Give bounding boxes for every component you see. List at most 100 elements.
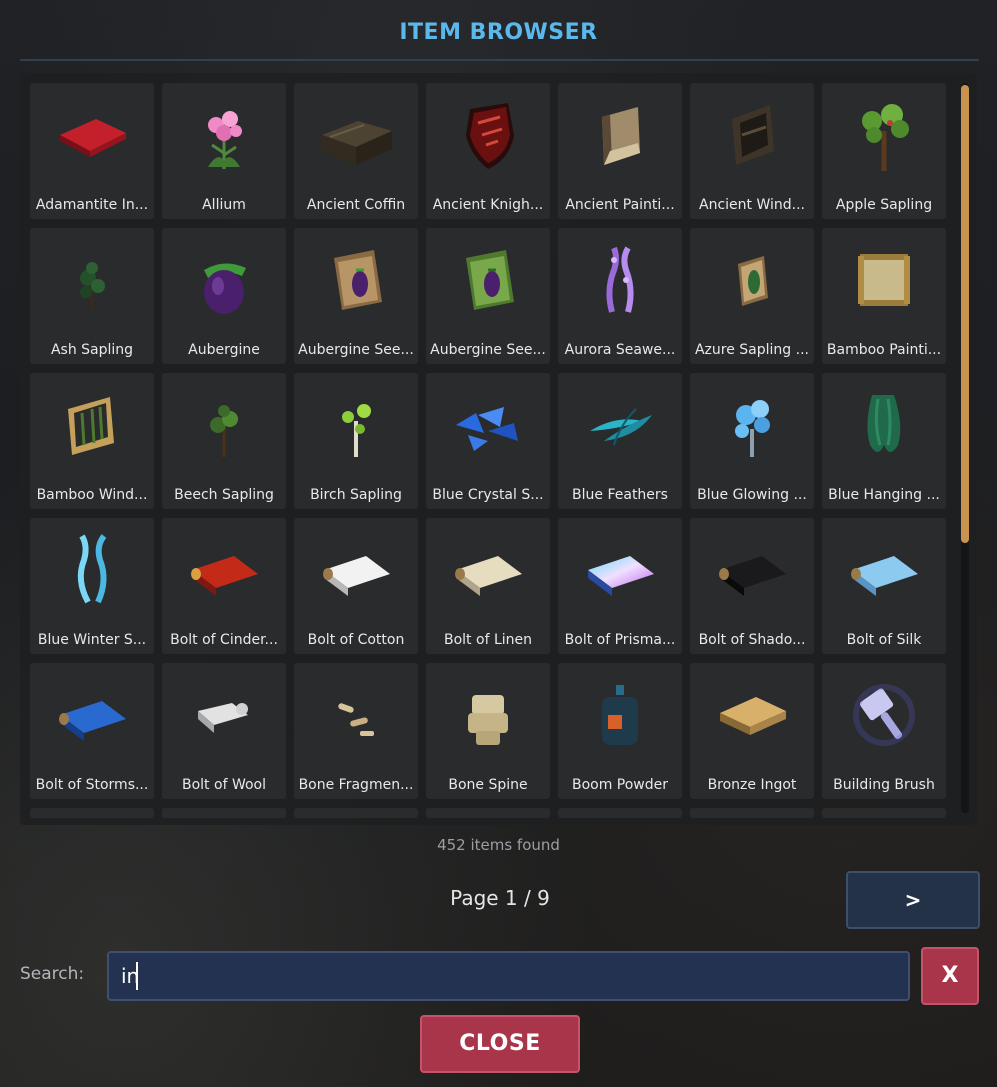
item-tile[interactable]: Bolt of Linen [426,518,550,654]
item-label: Blue Glowing ... [697,487,807,503]
adamantite-ingot-icon [52,95,132,175]
item-tile[interactable]: Azure Sapling ... [690,228,814,364]
item-tile[interactable]: Ancient Wind... [690,83,814,219]
item-label: Ash Sapling [50,342,134,358]
item-tile[interactable]: Beech Sapling [162,373,286,509]
item-tile[interactable]: Blue Winter S... [30,518,154,654]
item-tile[interactable]: Ancient Painti... [558,83,682,219]
blue-feathers-icon [580,385,660,465]
item-tile[interactable]: Ancient Knigh... [426,83,550,219]
page-indicator: Page 1 / 9 [450,886,550,910]
bolt-of-silk-icon [844,530,924,610]
item-label: Bone Spine [448,777,528,793]
item-tile[interactable]: Bamboo Painti... [822,228,946,364]
item-label: Boom Powder [571,777,669,793]
item-tile-partial[interactable] [822,808,946,818]
item-tile[interactable]: Birch Sapling [294,373,418,509]
item-tile[interactable]: Adamantite In... [30,83,154,219]
item-tile[interactable]: Blue Feathers [558,373,682,509]
item-label: Blue Crystal S... [432,487,544,503]
item-label: Allium [202,197,246,213]
title-divider [20,59,979,61]
item-tile[interactable]: Bolt of Shado... [690,518,814,654]
item-label: Blue Hanging ... [828,487,940,503]
item-tile[interactable]: Aubergine See... [426,228,550,364]
item-label: Bolt of Silk [846,632,922,648]
item-label: Bolt of Cinder... [170,632,278,648]
item-tile-partial[interactable] [30,808,154,818]
item-tile[interactable]: Aurora Seawe... [558,228,682,364]
text-caret [136,962,138,990]
item-tile[interactable]: Blue Glowing ... [690,373,814,509]
item-tile[interactable]: Bronze Ingot [690,663,814,799]
item-tile[interactable]: Allium [162,83,286,219]
aubergine-seeds-icon [316,240,396,320]
birch-sapling-icon [316,385,396,465]
item-tile[interactable]: Apple Sapling [822,83,946,219]
close-button[interactable]: CLOSE [420,1015,580,1073]
item-tile[interactable]: Bamboo Wind... [30,373,154,509]
item-tile[interactable]: Aubergine See... [294,228,418,364]
ash-sapling-icon [52,240,132,320]
item-tile[interactable]: Bolt of Silk [822,518,946,654]
item-tile[interactable]: Blue Crystal S... [426,373,550,509]
bamboo-window-icon [52,385,132,465]
beech-sapling-icon [184,385,264,465]
item-tile[interactable]: Bone Fragmen... [294,663,418,799]
building-brush-icon [844,675,924,755]
item-label: Apple Sapling [835,197,933,213]
item-label: Beech Sapling [174,487,274,503]
clear-search-button[interactable]: X [921,947,979,1005]
item-tile[interactable]: Bolt of Storms... [30,663,154,799]
item-label: Birch Sapling [310,487,402,503]
results-count: 452 items found [437,836,560,854]
bolt-of-storms-icon [52,675,132,755]
apple-sapling-icon [844,95,924,175]
bolt-of-wool-icon [184,675,264,755]
ancient-knight-shield-icon [448,95,528,175]
item-tile[interactable]: Bolt of Cinder... [162,518,286,654]
item-label: Bone Fragmen... [298,777,414,793]
item-tile[interactable]: Bolt of Cotton [294,518,418,654]
item-tile[interactable]: Building Brush [822,663,946,799]
blue-crystal-shards-icon [448,385,528,465]
search-input[interactable] [107,951,910,1001]
item-tile[interactable]: Aubergine [162,228,286,364]
item-label: Bolt of Linen [444,632,532,648]
item-tile[interactable]: Ancient Coffin [294,83,418,219]
item-tile-partial[interactable] [690,808,814,818]
item-tile[interactable]: Bone Spine [426,663,550,799]
scrollbar-thumb[interactable] [961,85,969,543]
item-label: Bamboo Wind... [36,487,148,503]
item-tile-partial[interactable] [162,808,286,818]
item-label: Aubergine [188,342,260,358]
search-label: Search: [20,964,85,984]
item-label: Bronze Ingot [707,777,797,793]
item-label: Ancient Wind... [699,197,805,213]
blue-hanging-moss-icon [844,385,924,465]
item-tile[interactable]: Ash Sapling [30,228,154,364]
item-tile[interactable]: Bolt of Wool [162,663,286,799]
aubergine-icon [184,240,264,320]
bolt-of-linen-icon [448,530,528,610]
item-label: Building Brush [833,777,935,793]
item-label: Blue Winter S... [37,632,147,648]
item-tile[interactable]: Boom Powder [558,663,682,799]
item-grid: Adamantite In... Allium Ancient Coffin Anci… [30,83,946,825]
item-label: Azure Sapling ... [694,342,809,358]
item-tile[interactable]: Bolt of Prisma... [558,518,682,654]
item-label: Aubergine See... [430,342,546,358]
item-tile-partial[interactable] [294,808,418,818]
bolt-of-cinder-icon [184,530,264,610]
ancient-painting-icon [580,95,660,175]
item-tile[interactable]: Blue Hanging ... [822,373,946,509]
item-label: Aurora Seawe... [564,342,676,358]
item-grid-scrollbar[interactable] [961,83,969,813]
item-tile-partial[interactable] [558,808,682,818]
bolt-of-shadow-icon [712,530,792,610]
item-grid-panel: Adamantite In... Allium Ancient Coffin Anci… [20,73,977,825]
next-page-button[interactable]: > [846,871,980,929]
bone-fragments-icon [316,675,396,755]
item-label: Bolt of Wool [182,777,266,793]
item-tile-partial[interactable] [426,808,550,818]
